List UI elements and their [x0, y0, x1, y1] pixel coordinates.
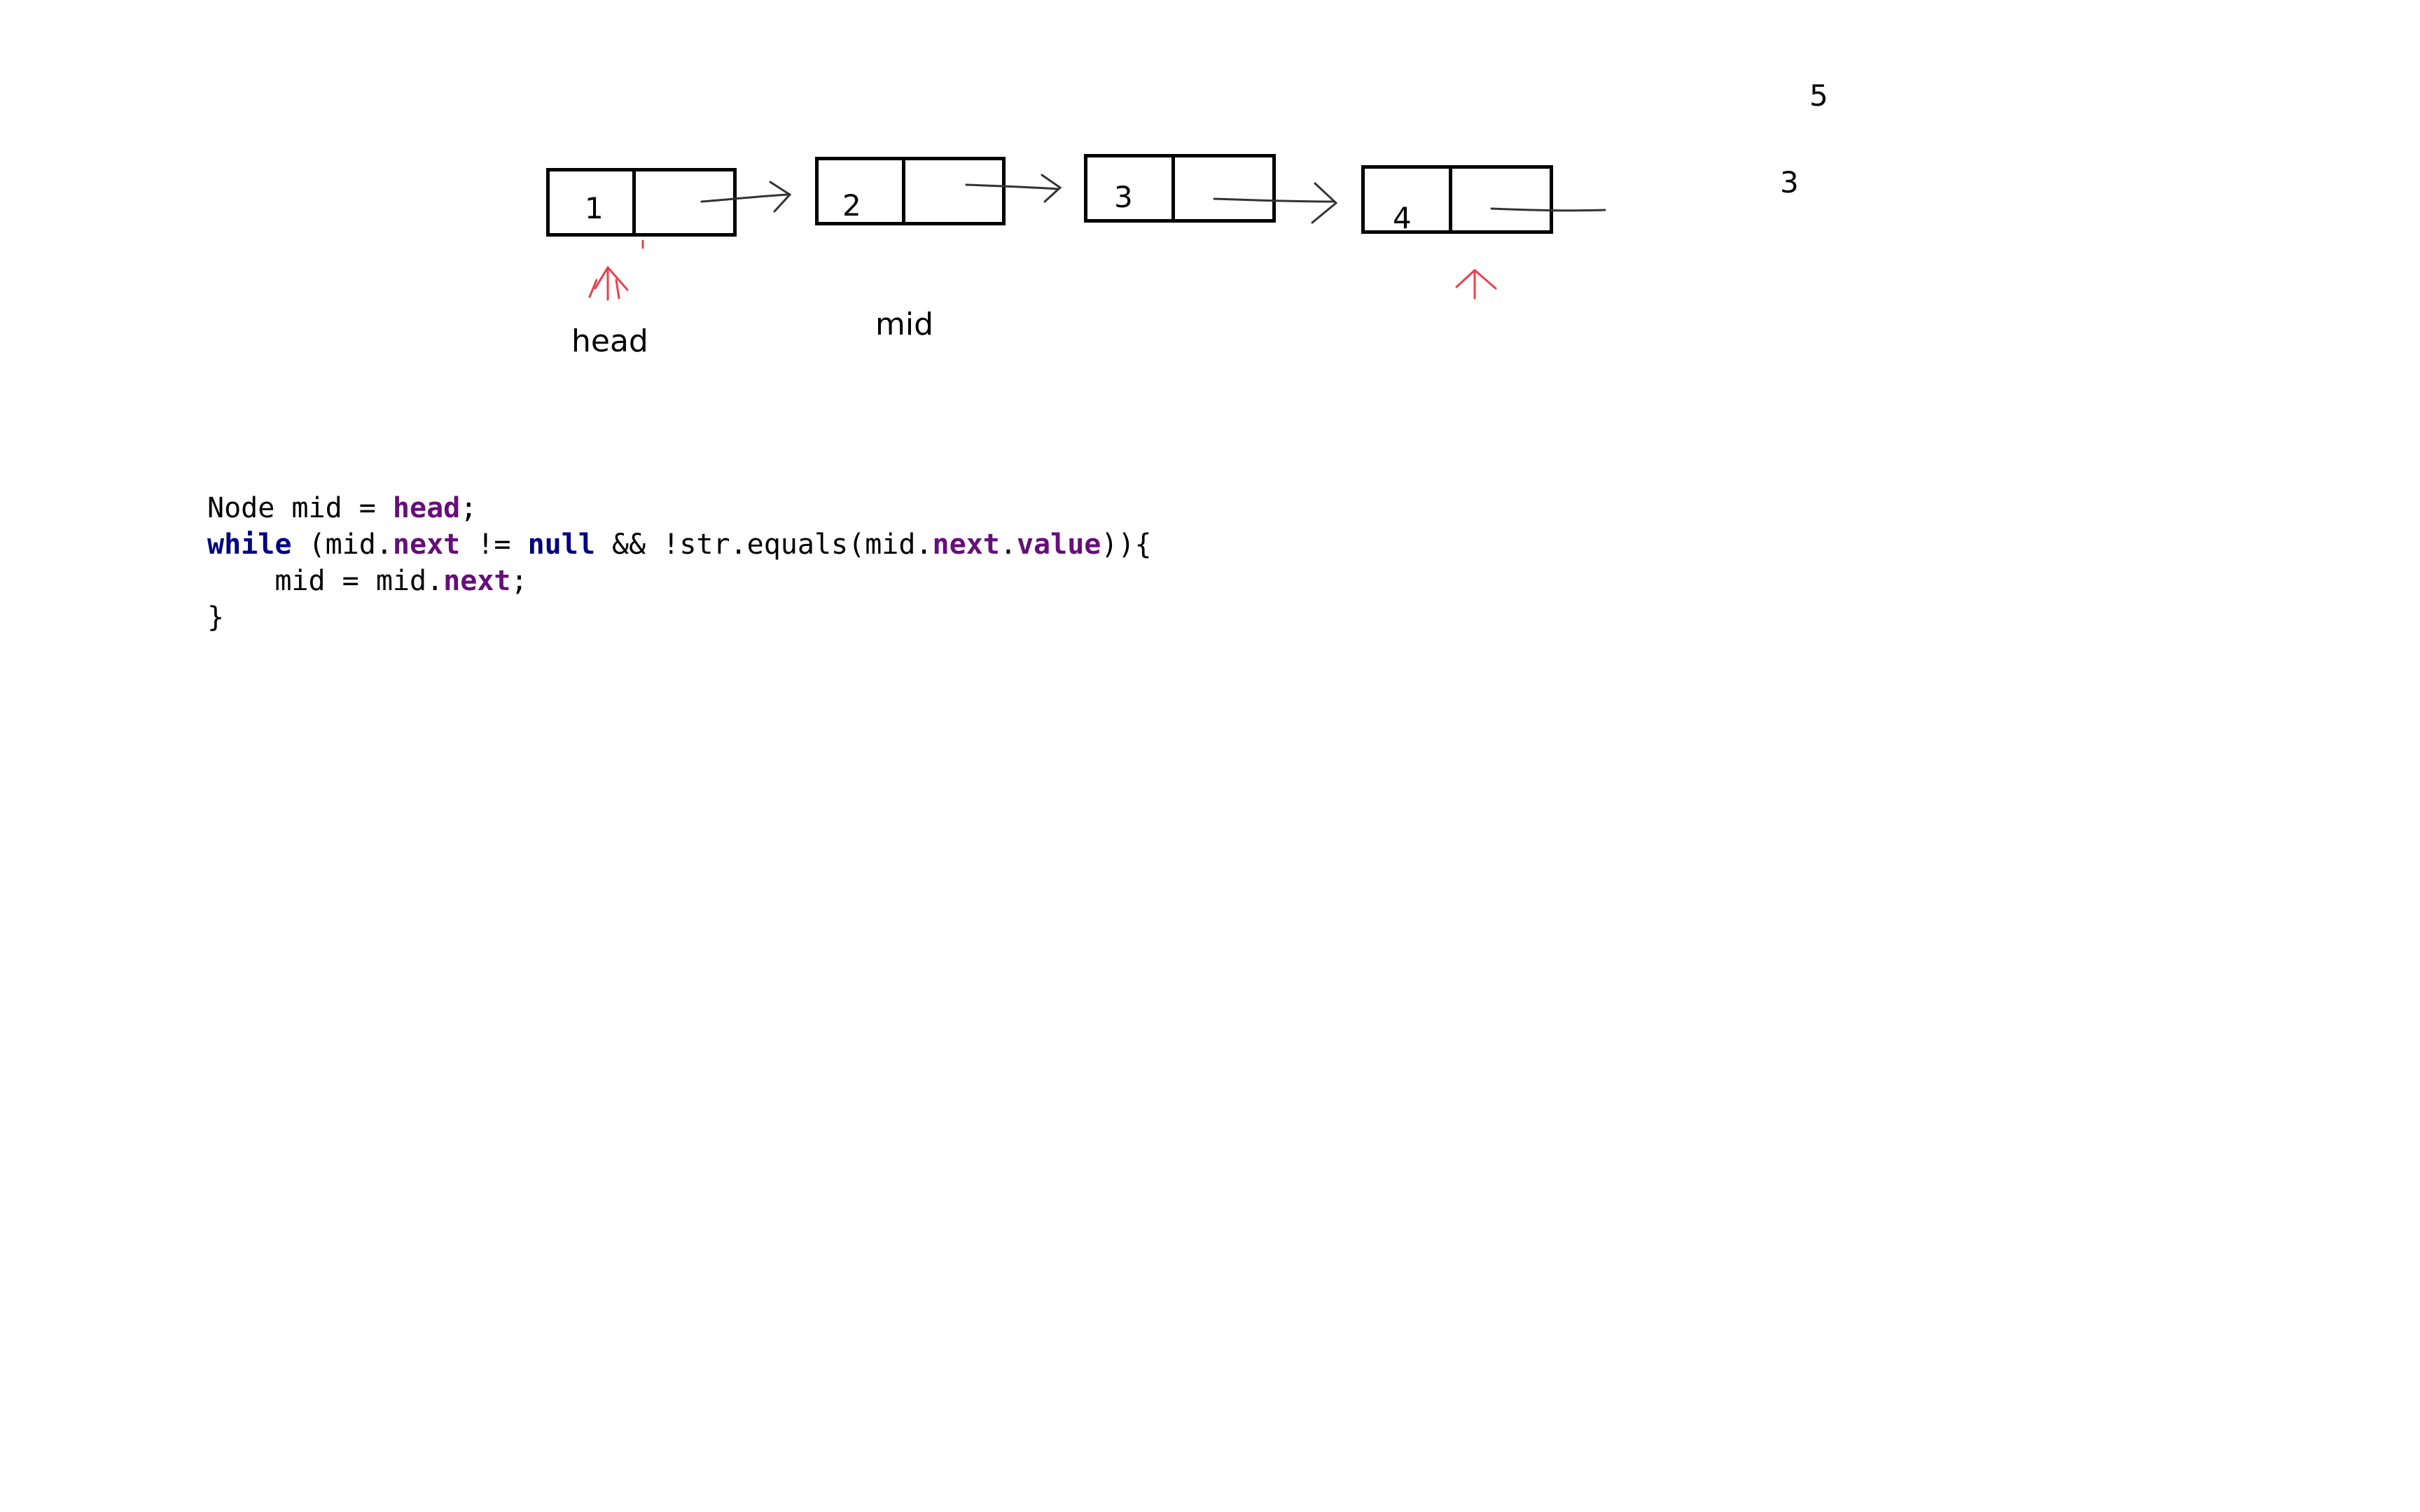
code-line-1: Node mid = head;: [207, 492, 477, 524]
code-snippet: Node mid = head; while (mid.next != null…: [207, 490, 1152, 636]
code-line-4: }: [207, 601, 224, 634]
code-text: )){: [1101, 528, 1152, 561]
pointer-mark: [1455, 269, 1497, 300]
code-text: ;: [460, 492, 478, 524]
head-label: head: [571, 323, 648, 359]
code-text: }: [207, 601, 225, 634]
code-text: mid = mid.: [207, 565, 444, 597]
next-line-4-tail: [1490, 207, 1606, 212]
code-line-3: mid = mid.next;: [207, 565, 528, 597]
code-text: !=: [460, 528, 528, 561]
next-arrow-1-to-2: [700, 181, 792, 213]
side-number: 3: [1780, 165, 1799, 200]
code-text: .: [999, 528, 1017, 561]
code-line-2: while (mid.next != null && !str.equals(m…: [207, 528, 1152, 561]
code-field: next: [932, 528, 1000, 561]
code-text: Node mid =: [207, 492, 393, 524]
code-field: next: [392, 528, 461, 561]
code-text: ;: [510, 565, 528, 597]
code-keyword: while: [207, 528, 292, 561]
next-arrow-3-to-4: [1213, 182, 1338, 224]
side-number: 5: [1809, 78, 1828, 113]
code-field: value: [1016, 528, 1101, 561]
code-text: (mid.: [291, 528, 393, 561]
code-field: next: [443, 565, 511, 597]
next-arrow-2-to-3: [965, 174, 1062, 203]
code-text: && !str.equals(mid.: [594, 528, 933, 561]
diagram-strokes: [588, 174, 1606, 301]
code-keyword: null: [527, 528, 595, 561]
mid-label: mid: [875, 307, 934, 342]
code-field: head: [392, 492, 461, 524]
whiteboard-canvas: 1 2 3 4 head mid 5 3 Node mid = head; wh…: [0, 0, 2420, 1512]
head-pointer-mark: [588, 239, 644, 301]
